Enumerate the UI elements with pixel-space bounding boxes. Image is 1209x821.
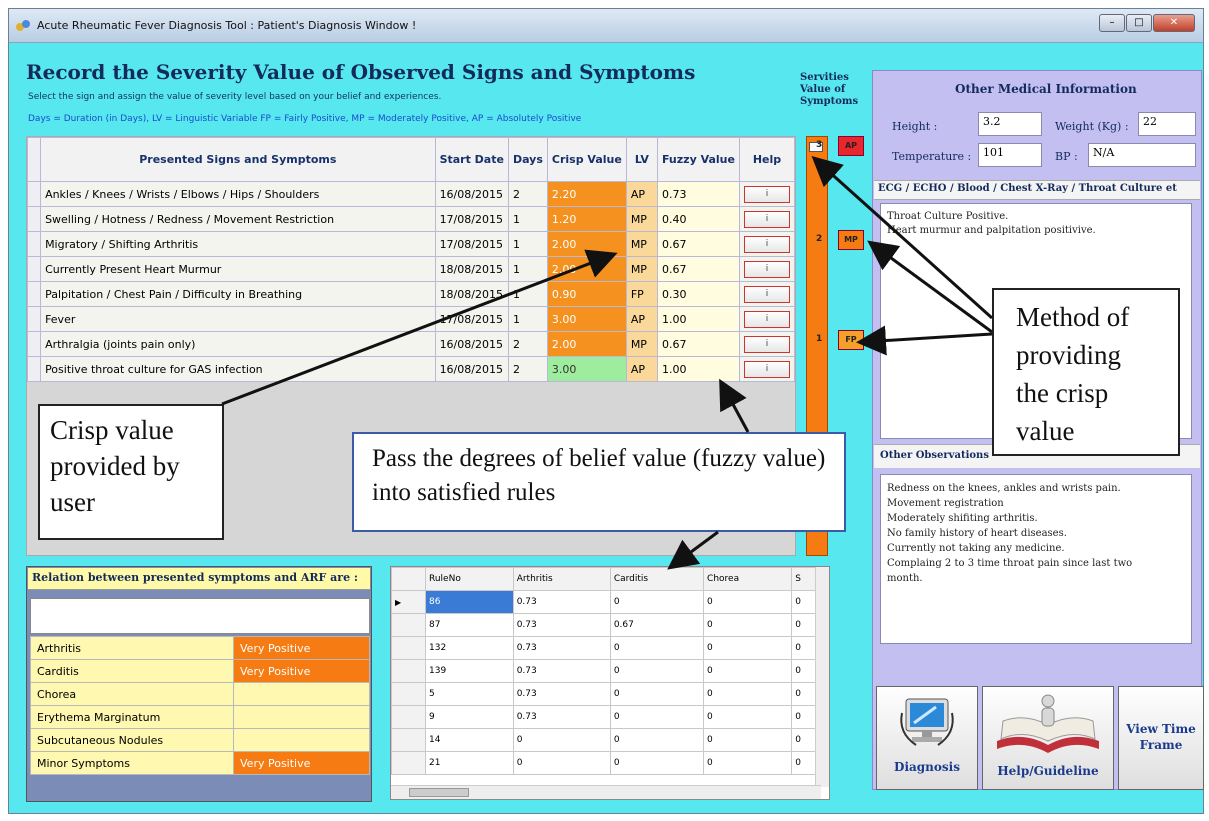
annotation-arrows: [221, 155, 994, 570]
